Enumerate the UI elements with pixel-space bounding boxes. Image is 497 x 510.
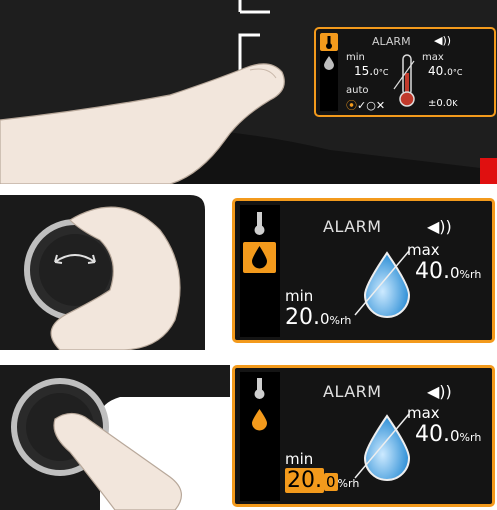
speaker-icon: ◀)): [427, 382, 452, 401]
bottom-max-label: max: [407, 404, 440, 422]
auto-option-circle[interactable]: ○: [366, 99, 376, 112]
drop-icon: [252, 246, 267, 269]
bottom-max-value[interactable]: 40.0%rh: [415, 424, 481, 446]
middle-knob-panel: ALARM ◀)) max 40.0%rh min 20.0%rh: [0, 190, 497, 350]
top-auto-options[interactable]: ⦿✓○✕: [346, 97, 385, 113]
press-knob-scene: [0, 365, 230, 510]
top-auto-label: auto: [346, 85, 369, 96]
middle-min-label: min: [285, 287, 314, 305]
top-max-label: max: [422, 52, 444, 63]
top-alarm-title: ALARM: [372, 35, 411, 48]
auto-option-cross[interactable]: ✕: [376, 99, 385, 112]
top-min-value[interactable]: 15.0°C: [354, 65, 388, 78]
bottom-knob-panel: ALARM ◀)) max 40.0%rh min 20. 0 %rh: [0, 357, 497, 510]
bottom-alarm-title: ALARM: [323, 382, 382, 401]
middle-max-value[interactable]: 40.0%rh: [415, 261, 481, 283]
auto-option-check[interactable]: ✓: [357, 99, 366, 112]
middle-max-label: max: [407, 241, 440, 259]
middle-min-value[interactable]: 20.0%rh: [285, 307, 351, 329]
middle-alarm-display: ALARM ◀)) max 40.0%rh min 20.0%rh: [232, 198, 495, 343]
bottom-alarm-display: ALARM ◀)) max 40.0%rh min 20. 0 %rh: [232, 365, 495, 507]
top-humidity-mode-tab[interactable]: [320, 53, 338, 71]
top-offset-value: ±0.0K: [428, 98, 458, 109]
bottom-temperature-mode-tab[interactable]: [243, 375, 276, 403]
top-alarm-display: ALARM ◀)) min 15.0°C max 40.0°C auto ⦿✓○…: [314, 27, 496, 117]
top-temperature-mode-tab[interactable]: [320, 33, 338, 51]
bottom-humidity-mode-tab[interactable]: [243, 406, 276, 434]
bottom-min-value-highlight[interactable]: 20.: [285, 468, 324, 493]
thermometer-icon: [254, 378, 265, 399]
middle-alarm-title: ALARM: [323, 217, 382, 236]
bottom-min-label: min: [285, 450, 314, 468]
drop-icon: [324, 56, 334, 70]
thermometer-graphic-icon: [393, 54, 415, 107]
auto-option-selected[interactable]: ⦿: [346, 99, 357, 112]
middle-humidity-mode-tab[interactable]: [243, 242, 276, 273]
top-device-panel: ALARM ◀)) min 15.0°C max 40.0°C auto ⦿✓○…: [0, 0, 497, 184]
thermometer-icon: [254, 212, 265, 235]
rotary-knob-scene: [0, 195, 205, 350]
drop-icon: [252, 409, 267, 431]
red-indicator: [480, 158, 497, 184]
middle-temperature-mode-tab[interactable]: [243, 208, 276, 239]
speaker-icon: ◀)): [434, 34, 452, 47]
bottom-min-value[interactable]: 20. 0 %rh: [285, 468, 359, 493]
top-max-value[interactable]: 40.0°C: [428, 65, 462, 78]
top-min-label: min: [346, 52, 365, 63]
thermometer-icon: [326, 36, 332, 49]
speaker-icon: ◀)): [427, 217, 452, 236]
